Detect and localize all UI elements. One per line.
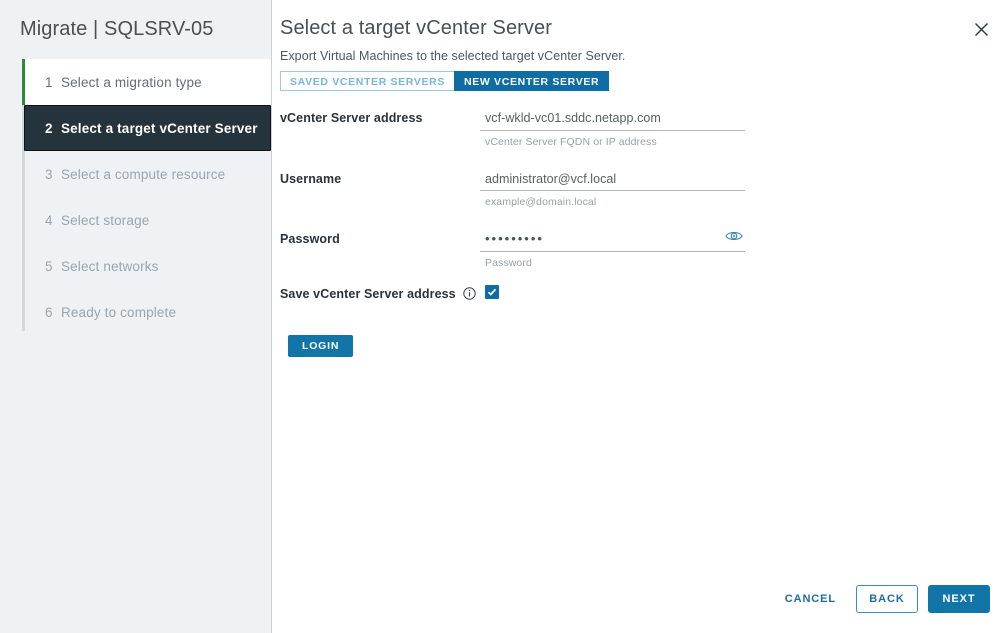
username-helper: example@domain.local [480, 191, 745, 208]
sidebar-step-3[interactable]: 3 Select a compute resource [25, 151, 271, 197]
sidebar-step-1[interactable]: 1 Select a migration type [25, 59, 271, 105]
step-label: Select a target vCenter Server [61, 121, 258, 136]
sidebar-step-4[interactable]: 4 Select storage [25, 197, 271, 243]
username-row: Username example@domain.local [280, 170, 1008, 209]
vcenter-address-control: vCenter Server FQDN or IP address [480, 109, 745, 148]
password-control: Password [480, 230, 745, 269]
step-label: Ready to complete [61, 305, 176, 320]
page-subtitle: Export Virtual Machines to the selected … [272, 40, 1008, 63]
step-number: 3 [45, 167, 61, 182]
page-title: Select a target vCenter Server [272, 0, 1008, 40]
back-button[interactable]: BACK [856, 585, 918, 613]
username-input[interactable] [480, 171, 745, 191]
new-vcenter-server-form: vCenter Server address vCenter Server FQ… [272, 109, 1008, 357]
vcenter-address-helper: vCenter Server FQDN or IP address [480, 131, 745, 148]
password-row: Password Password [280, 230, 1008, 269]
wizard-sidebar: Migrate | SQLSRV-05 1 Select a migration… [0, 0, 272, 633]
vcenter-address-input[interactable] [480, 111, 745, 131]
migration-wizard: Migrate | SQLSRV-05 1 Select a migration… [0, 0, 1008, 633]
step-label: Select storage [61, 213, 149, 228]
sidebar-step-5[interactable]: 5 Select networks [25, 243, 271, 289]
password-input[interactable] [480, 232, 745, 252]
sidebar-step-2[interactable]: 2 Select a target vCenter Server [24, 105, 271, 151]
tab-saved-vcenter-servers[interactable]: SAVED VCENTER SERVERS [280, 71, 454, 91]
next-button[interactable]: NEXT [928, 585, 990, 613]
cancel-button[interactable]: CANCEL [771, 585, 850, 613]
step-number: 4 [45, 213, 61, 228]
wizard-title: Migrate | SQLSRV-05 [0, 0, 271, 41]
close-icon[interactable] [968, 16, 994, 42]
username-label: Username [280, 170, 480, 186]
vcenter-address-label: vCenter Server address [280, 109, 480, 125]
save-address-row: Save vCenter Server address [280, 285, 1008, 301]
eye-icon[interactable] [725, 229, 743, 247]
save-address-checkbox[interactable] [485, 285, 499, 299]
password-helper: Password [480, 252, 745, 269]
info-icon[interactable] [463, 287, 476, 300]
step-label: Select a compute resource [61, 167, 225, 182]
save-address-control [480, 285, 745, 299]
step-number: 5 [45, 259, 61, 274]
login-button[interactable]: LOGIN [288, 335, 353, 357]
wizard-step-list: 1 Select a migration type 2 Select a tar… [0, 59, 271, 335]
save-address-label: Save vCenter Server address [280, 287, 456, 301]
step-number: 6 [45, 305, 61, 320]
wizard-footer: CANCEL BACK NEXT [771, 585, 990, 613]
tab-new-vcenter-server[interactable]: NEW VCENTER SERVER [454, 71, 609, 91]
vcenter-address-row: vCenter Server address vCenter Server FQ… [280, 109, 1008, 148]
wizard-main-panel: Select a target vCenter Server Export Vi… [272, 0, 1008, 633]
step-number: 1 [45, 75, 61, 90]
sidebar-step-6[interactable]: 6 Ready to complete [25, 289, 271, 335]
save-address-label-wrap: Save vCenter Server address [280, 285, 480, 301]
step-number: 2 [45, 121, 61, 136]
password-label: Password [280, 230, 480, 246]
vcenter-source-tabs: SAVED VCENTER SERVERS NEW VCENTER SERVER [280, 71, 1008, 91]
username-control: example@domain.local [480, 170, 745, 209]
step-label: Select networks [61, 259, 159, 274]
step-label: Select a migration type [61, 75, 202, 90]
